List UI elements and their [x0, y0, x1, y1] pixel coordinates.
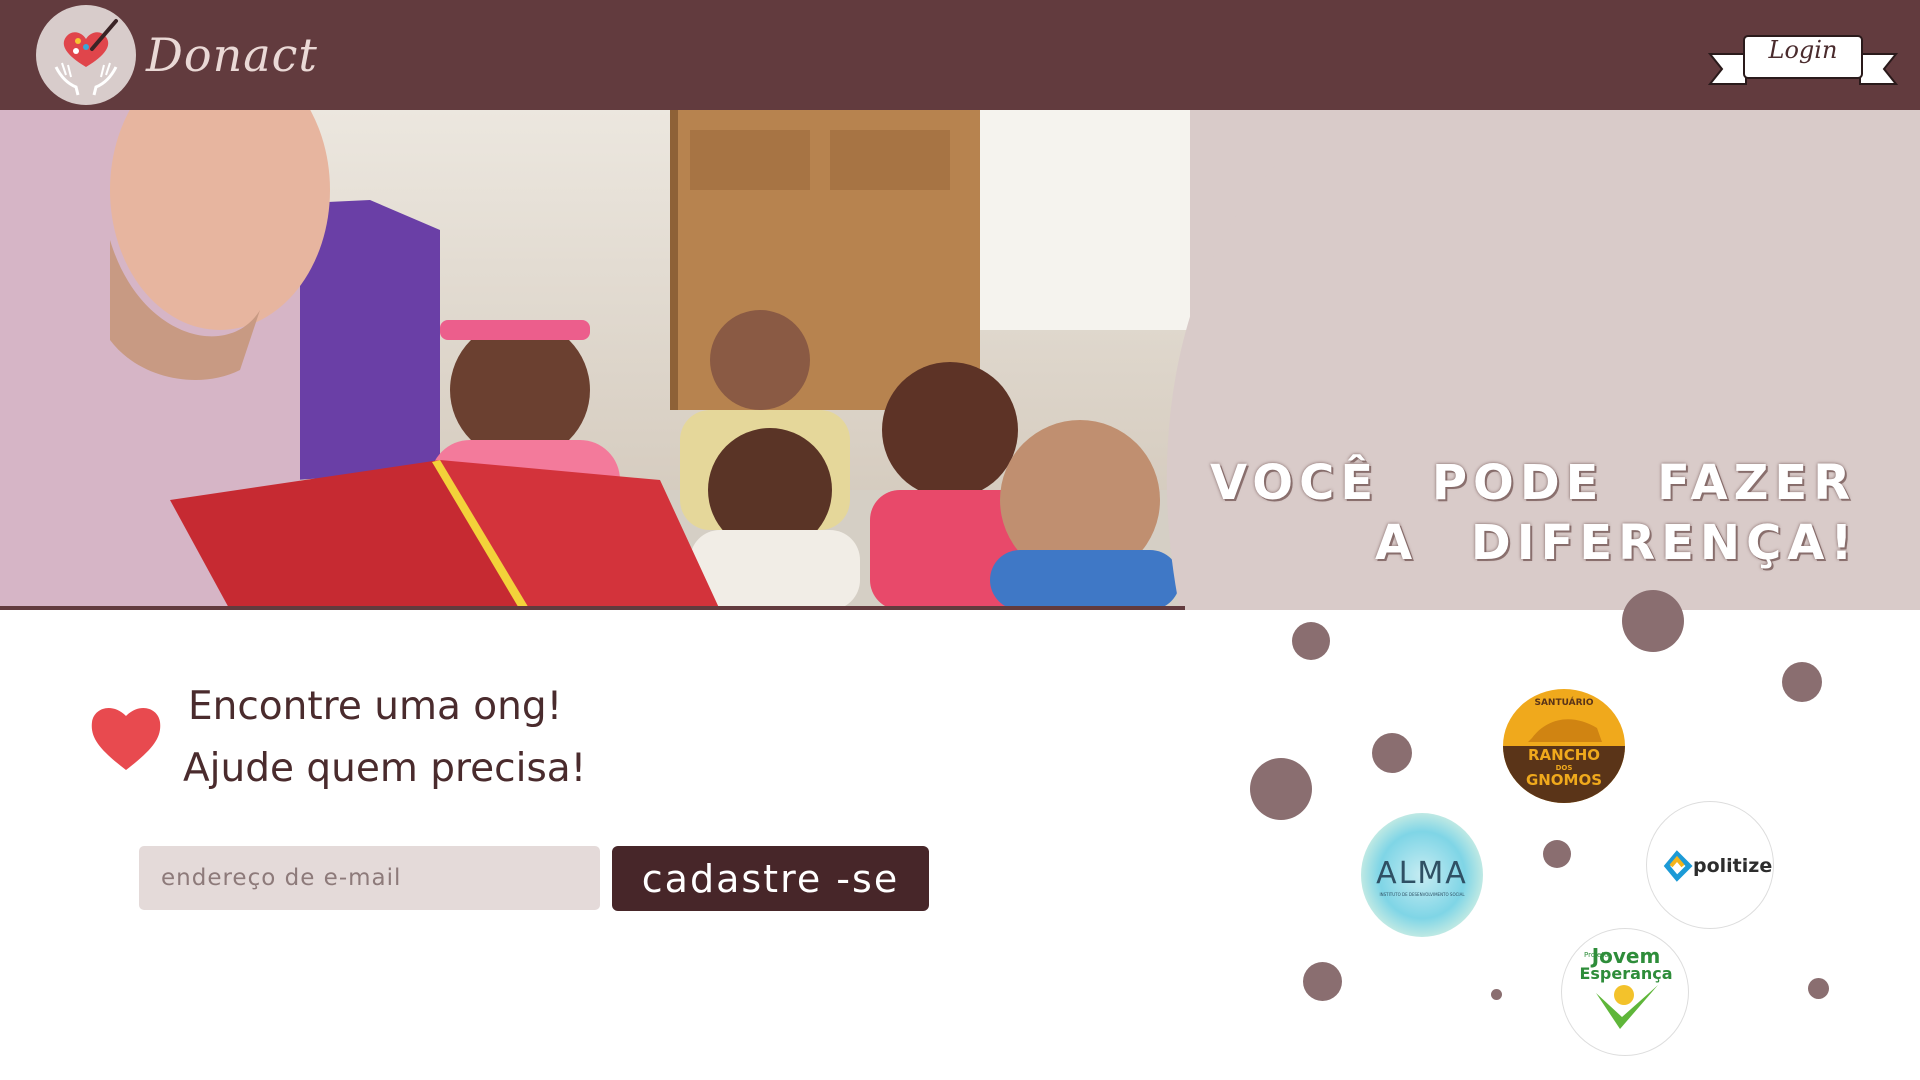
email-input[interactable]	[139, 846, 600, 910]
rancho-logo-icon: SANTUÁRIO RANCHO DOS GNOMOS	[1503, 689, 1625, 803]
hero-banner: VOCÊ PODE FAZER A DIFERENÇA!	[0, 110, 1920, 610]
svg-text:SANTUÁRIO: SANTUÁRIO	[1534, 696, 1593, 708]
login-button[interactable]: Login	[1748, 36, 1858, 64]
decor-dot	[1808, 978, 1829, 999]
logo-text[interactable]: Donact	[146, 28, 318, 82]
svg-text:INSTITUTO DE DESENVOLVIMENTO S: INSTITUTO DE DESENVOLVIMENTO SOCIAL	[1379, 892, 1465, 897]
hero-slogan-line2: A DIFERENÇA!	[1375, 515, 1859, 571]
heart-icon	[91, 708, 161, 770]
decor-dot	[1292, 622, 1330, 660]
tagline-line2: Ajude quem precisa!	[183, 746, 587, 791]
decor-dot	[1372, 733, 1412, 773]
decor-dot	[1543, 840, 1571, 868]
logo-heart-brush-hands-icon	[54, 19, 118, 96]
decor-dot	[1250, 758, 1312, 820]
svg-text:politize!: politize!	[1693, 855, 1774, 877]
alma-logo-icon: ALMA INSTITUTO DE DESENVOLVIMENTO SOCIAL	[1361, 813, 1483, 937]
politize-logo-icon: politize!	[1663, 850, 1774, 882]
signup-button[interactable]: cadastre -se	[612, 846, 929, 911]
hero-slogan-line1: VOCÊ PODE FAZER	[1210, 455, 1857, 511]
top-nav-bar: Donact Login	[0, 0, 1920, 110]
page: Donact Login VOCÊ PODE FAZER A DIFERENÇA…	[0, 0, 1920, 1080]
decor-dot	[1782, 662, 1822, 702]
logo-icon[interactable]	[36, 5, 136, 105]
decor-dot	[1303, 962, 1342, 1001]
partner-logo-politize[interactable]: politize!	[1646, 801, 1774, 929]
jovem-esperanca-logo-icon: Projeto Jovem Esperança	[1579, 944, 1673, 1029]
partner-logo-rancho-dos-gnomos[interactable]: SANTUÁRIO RANCHO DOS GNOMOS	[1502, 688, 1626, 804]
svg-text:ALMA: ALMA	[1376, 856, 1468, 891]
partner-logo-jovem-esperanca[interactable]: Projeto Jovem Esperança	[1561, 928, 1689, 1056]
decor-dot	[1491, 989, 1502, 1000]
hero-photo-classroom	[0, 110, 1190, 610]
hero-divider	[0, 606, 1185, 610]
svg-text:RANCHO: RANCHO	[1528, 746, 1600, 764]
decor-dot	[1622, 590, 1684, 652]
tagline-line1: Encontre uma ong!	[188, 684, 563, 729]
svg-text:Esperança: Esperança	[1579, 964, 1672, 983]
svg-text:GNOMOS: GNOMOS	[1526, 771, 1602, 789]
partner-logo-alma[interactable]: ALMA INSTITUTO DE DESENVOLVIMENTO SOCIAL	[1360, 812, 1484, 938]
